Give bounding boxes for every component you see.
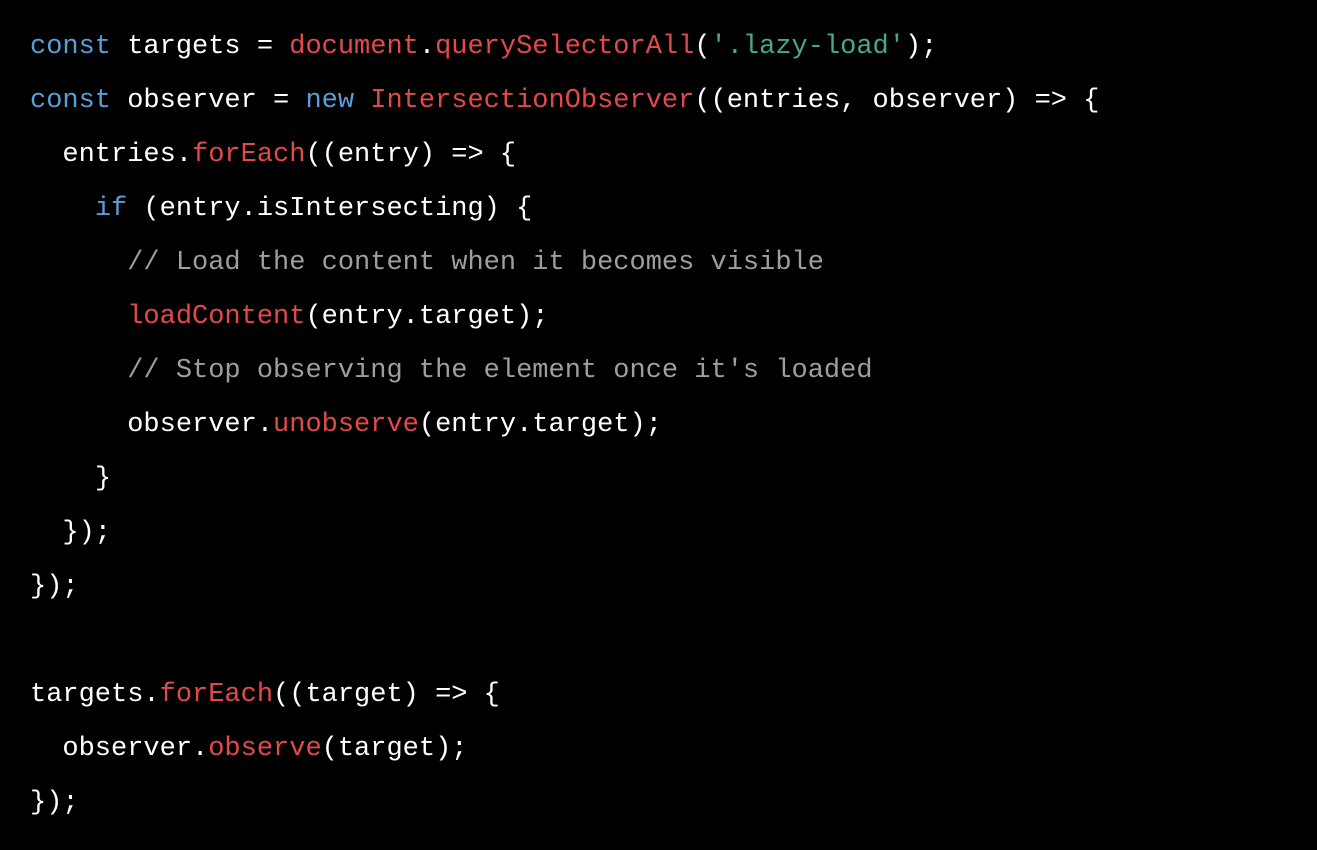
identifier-targets: targets.	[30, 680, 160, 710]
punct-paren-close: );	[905, 32, 937, 62]
code-line: // Load the content when it becomes visi…	[30, 248, 824, 278]
indent	[30, 302, 127, 332]
string-literal: '.lazy-load'	[711, 32, 905, 62]
code-line: if (entry.isIntersecting) {	[30, 194, 532, 224]
code-line: }	[30, 464, 111, 494]
callback-params: ((entry) => {	[305, 140, 516, 170]
block-end: });	[62, 518, 111, 548]
call-args: (entry.target);	[305, 302, 548, 332]
keyword-if: if	[95, 194, 127, 224]
punct-paren-open: (	[694, 32, 710, 62]
code-line: });	[30, 788, 79, 818]
keyword-new: new	[305, 86, 354, 116]
callback-params: ((entries, observer) => {	[694, 86, 1099, 116]
keyword-const: const	[30, 86, 111, 116]
code-line: // Stop observing the element once it's …	[30, 356, 873, 386]
method-observe: observe	[208, 734, 321, 764]
code-line: });	[30, 518, 111, 548]
indent	[30, 140, 62, 170]
callback-params: ((target) => {	[273, 680, 500, 710]
code-line: const observer = new IntersectionObserve…	[30, 86, 1099, 116]
indent	[30, 194, 95, 224]
code-line: observer.unobserve(entry.target);	[30, 410, 662, 440]
indent	[30, 248, 127, 278]
code-line: });	[30, 572, 79, 602]
indent	[30, 734, 62, 764]
indent	[30, 356, 127, 386]
punct-dot: .	[419, 32, 435, 62]
indent	[30, 518, 62, 548]
block-end: });	[30, 572, 79, 602]
code-block: const targets = document.querySelectorAl…	[0, 0, 1317, 850]
class-IntersectionObserver: IntersectionObserver	[370, 86, 694, 116]
comment: // Stop observing the element once it's …	[127, 356, 872, 386]
space	[354, 86, 370, 116]
method-unobserve: unobserve	[273, 410, 419, 440]
method-forEach: forEach	[160, 680, 273, 710]
variable-targets: targets	[111, 32, 257, 62]
operator-equals: =	[273, 86, 305, 116]
method-forEach: forEach	[192, 140, 305, 170]
code-line: loadContent(entry.target);	[30, 302, 549, 332]
call-args: (target);	[322, 734, 468, 764]
code-line: const targets = document.querySelectorAl…	[30, 32, 937, 62]
identifier-observer: observer.	[127, 410, 273, 440]
method-querySelectorAll: querySelectorAll	[435, 32, 694, 62]
keyword-const: const	[30, 32, 111, 62]
operator-equals: =	[257, 32, 289, 62]
variable-observer: observer	[111, 86, 273, 116]
block-end: });	[30, 788, 79, 818]
indent	[30, 464, 95, 494]
code-line: targets.forEach((target) => {	[30, 680, 500, 710]
function-loadContent: loadContent	[127, 302, 305, 332]
indent	[30, 410, 127, 440]
code-line: observer.observe(target);	[30, 734, 467, 764]
identifier-observer: observer.	[62, 734, 208, 764]
call-args: (entry.target);	[419, 410, 662, 440]
comment: // Load the content when it becomes visi…	[127, 248, 824, 278]
identifier-document: document	[289, 32, 419, 62]
code-line: entries.forEach((entry) => {	[30, 140, 516, 170]
condition: (entry.isIntersecting) {	[127, 194, 532, 224]
brace-close: }	[95, 464, 111, 494]
identifier-entries: entries.	[62, 140, 192, 170]
